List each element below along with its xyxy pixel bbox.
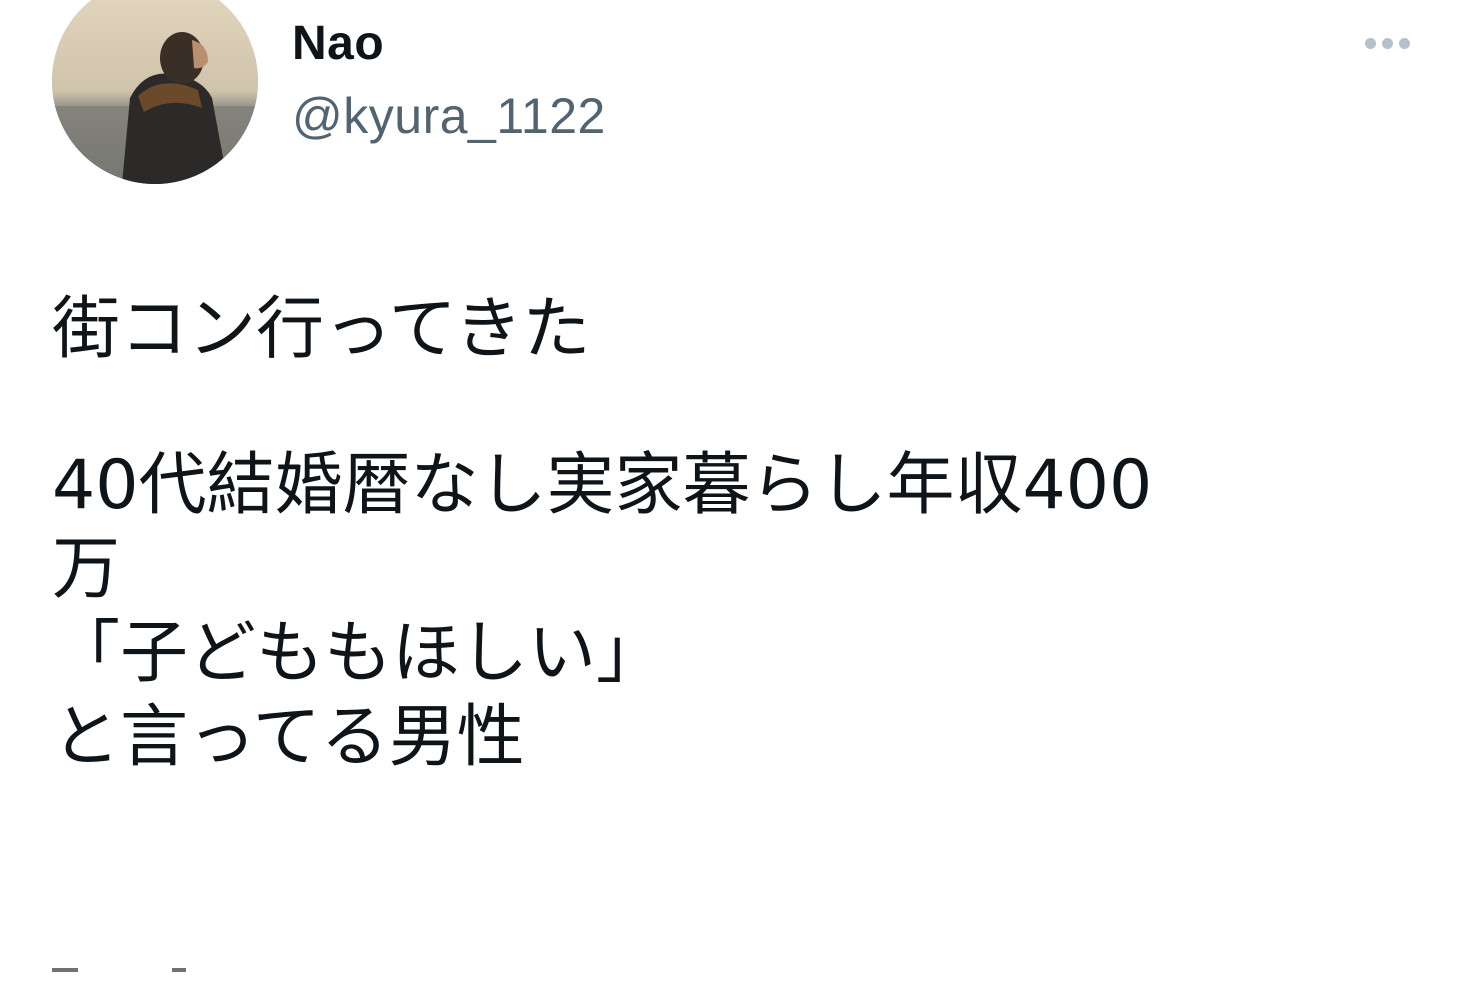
more-button[interactable] xyxy=(1354,24,1420,62)
more-horizontal-icon xyxy=(1398,37,1410,49)
tweet-paragraph: 40代結婚暦なし実家暮らし年収400 万 「子どももほしい」 と言ってる男性 xyxy=(52,446,1153,777)
truncated-text-line xyxy=(52,956,292,986)
tweet-text: 街コン行ってきた 40代結婚暦なし実家暮らし年収400 万 「子どももほしい」 … xyxy=(52,288,1432,780)
more-horizontal-icon xyxy=(1364,37,1376,49)
profile-photo-icon xyxy=(52,0,258,184)
tweet-card: Nao @kyura_1122 街コン行ってきた 40代結婚暦なし実家暮らし年収… xyxy=(0,0,1480,978)
more-horizontal-icon xyxy=(1381,37,1393,49)
display-name[interactable]: Nao xyxy=(292,14,606,74)
truncated-glyph xyxy=(172,968,186,972)
truncated-glyph xyxy=(52,968,78,972)
user-handle[interactable]: @kyura_1122 xyxy=(292,86,606,146)
user-info: Nao @kyura_1122 xyxy=(292,14,606,146)
tweet-paragraph: 街コン行ってきた xyxy=(52,290,591,369)
avatar[interactable] xyxy=(52,0,258,184)
